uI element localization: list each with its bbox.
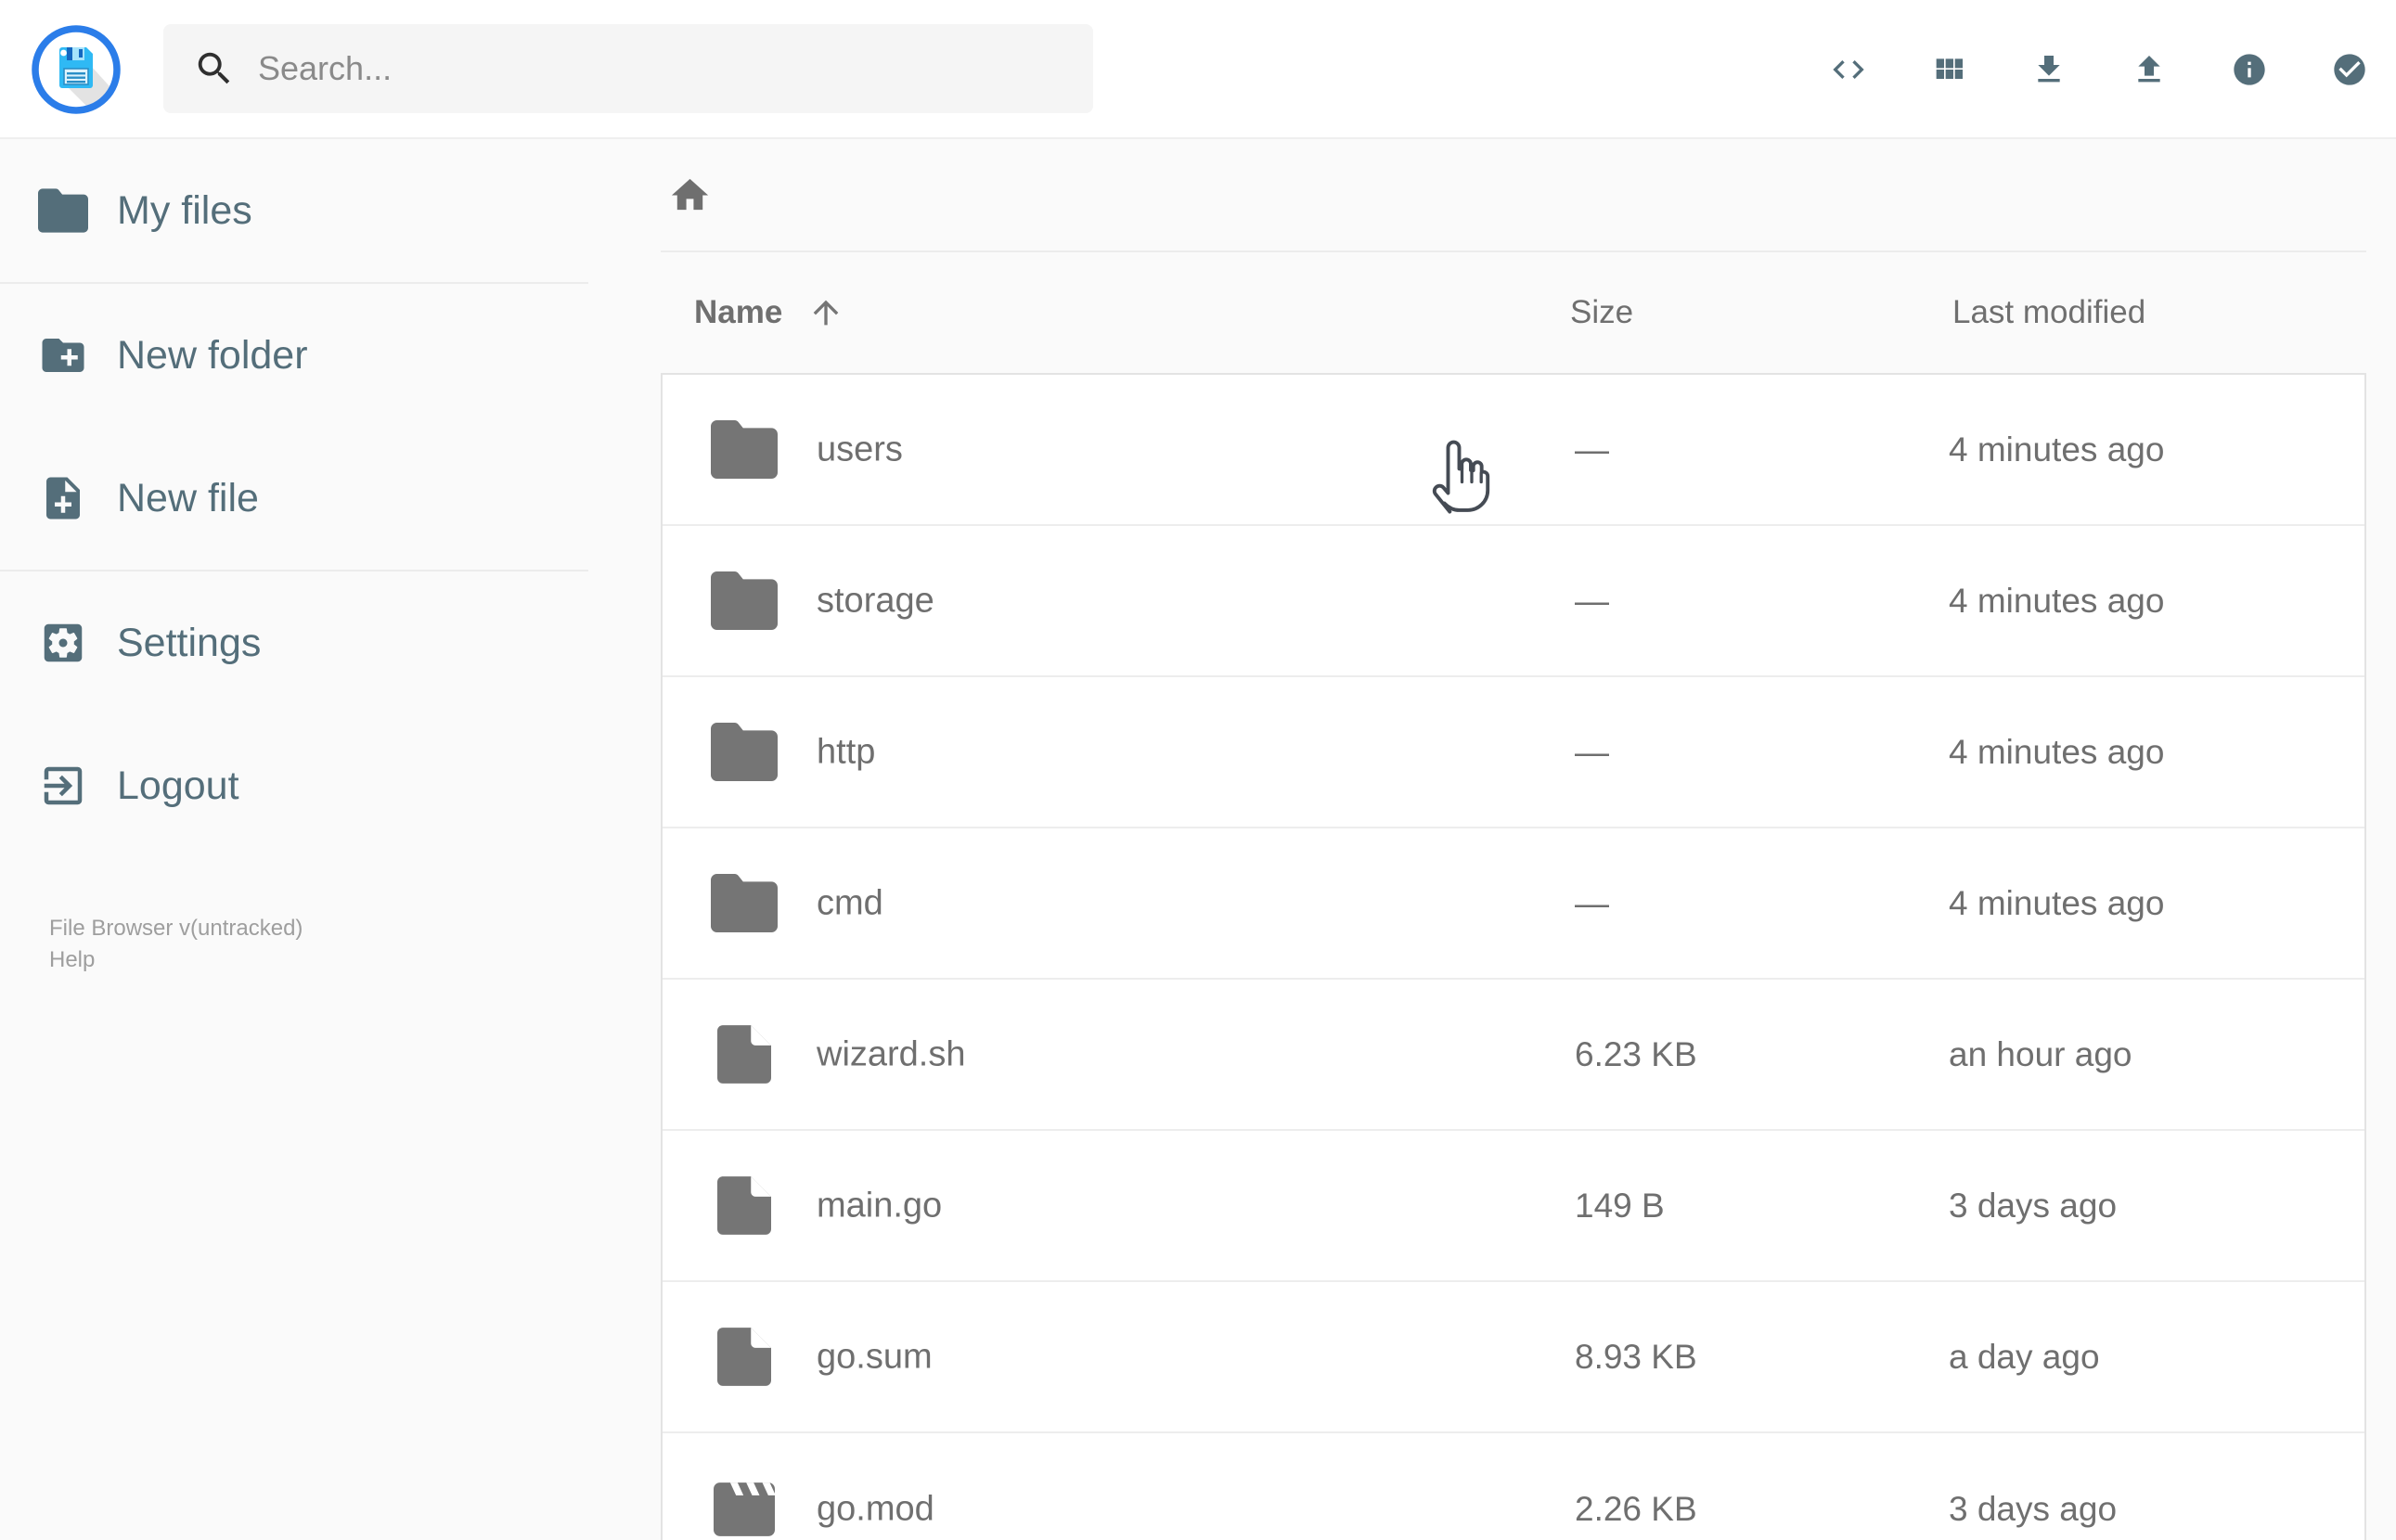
sidebar-item-label: Settings (117, 620, 262, 665)
search-bar[interactable] (163, 24, 1093, 113)
file-size: — (1575, 581, 1609, 620)
version-link[interactable]: File Browser v(untracked) (49, 913, 588, 944)
sidebar-item-label: Logout (117, 763, 239, 808)
file-listing: users — 4 minutes ago storage — 4 minute… (661, 373, 2366, 1540)
file-browser-app: My files New folder New file Settings (0, 0, 2396, 1540)
file-name: storage (817, 581, 934, 620)
home-icon[interactable] (668, 173, 712, 217)
breadcrumb (661, 139, 2366, 252)
file-name: go.mod (817, 1489, 934, 1528)
file-name: go.sum (817, 1337, 933, 1376)
sidebar-item-settings[interactable]: Settings (0, 571, 588, 714)
table-row-storage[interactable]: storage — 4 minutes ago (663, 526, 2364, 677)
file-name: wizard.sh (817, 1034, 966, 1073)
arrow-up-icon[interactable] (807, 294, 844, 331)
file-modified: 4 minutes ago (1949, 430, 2165, 468)
new-folder-icon (42, 339, 84, 372)
upload-icon[interactable] (2131, 51, 2168, 88)
file-size: — (1575, 732, 1609, 771)
sidebar-item-new-folder[interactable]: New folder (0, 284, 588, 427)
main-content: Name Size Last modified users — 4 minute… (661, 139, 2366, 1540)
sidebar-item-label: New folder (117, 332, 308, 378)
file-modified: 3 days ago (1949, 1489, 2118, 1528)
sidebar-item-logout[interactable]: Logout (0, 714, 588, 857)
file-modified: an hour ago (1949, 1034, 2132, 1073)
file-name: cmd (817, 883, 883, 922)
file-modified: 4 minutes ago (1949, 883, 2165, 922)
file-size: 2.26 KB (1575, 1489, 1697, 1528)
sidebar-item-label: New file (117, 475, 259, 520)
folder-icon (705, 562, 783, 640)
folder-icon (705, 865, 783, 943)
file-size: 6.23 KB (1575, 1034, 1697, 1073)
download-icon[interactable] (2030, 51, 2068, 88)
top-bar (0, 0, 2396, 139)
folder-icon (38, 188, 88, 233)
file-size: — (1575, 883, 1609, 922)
help-link[interactable]: Help (49, 944, 588, 976)
column-header-name[interactable]: Name (694, 294, 782, 331)
file-size: 8.93 KB (1575, 1337, 1697, 1376)
sidebar-item-my-files[interactable]: My files (0, 139, 588, 282)
code-icon[interactable] (1830, 51, 1867, 88)
sidebar-item-new-file[interactable]: New file (0, 427, 588, 570)
file-modified: a day ago (1949, 1337, 2100, 1376)
file-modified: 3 days ago (1949, 1186, 2118, 1225)
table-row-cmd[interactable]: cmd — 4 minutes ago (663, 828, 2364, 980)
file-icon (705, 1318, 783, 1396)
movie-icon (705, 1470, 783, 1540)
column-header-modified[interactable]: Last modified (1952, 294, 2145, 331)
file-modified: 4 minutes ago (1949, 732, 2165, 771)
toolbar-actions (1830, 0, 2368, 139)
file-icon (705, 1016, 783, 1094)
sidebar-footer: File Browser v(untracked) Help (0, 857, 588, 976)
file-name: users (817, 430, 903, 468)
file-modified: 4 minutes ago (1949, 581, 2165, 620)
settings-icon (44, 623, 83, 662)
file-size: 149 B (1575, 1186, 1665, 1225)
table-row-http[interactable]: http — 4 minutes ago (663, 677, 2364, 828)
file-name: http (817, 732, 876, 771)
sidebar-item-label: My files (117, 187, 252, 233)
folder-icon (705, 713, 783, 791)
search-input[interactable] (258, 49, 1000, 88)
sidebar: My files New folder New file Settings Lo… (0, 139, 588, 976)
select-multiple-icon[interactable] (2331, 51, 2368, 88)
new-file-icon (46, 477, 80, 520)
file-name: main.go (817, 1186, 943, 1225)
file-size: — (1575, 430, 1609, 468)
table-row-go-mod[interactable]: go.mod 2.26 KB 3 days ago (663, 1433, 2364, 1540)
table-row-main-go[interactable]: main.go 149 B 3 days ago (663, 1131, 2364, 1282)
file-browser-logo[interactable] (32, 25, 121, 114)
table-row-users[interactable]: users — 4 minutes ago (663, 375, 2364, 526)
table-row-go-sum[interactable]: go.sum 8.93 KB a day ago (663, 1282, 2364, 1433)
logout-icon (44, 766, 83, 805)
grid-view-icon[interactable] (1930, 51, 1967, 88)
search-icon (198, 52, 230, 84)
column-header-size[interactable]: Size (1570, 294, 1633, 331)
table-row-wizard-sh[interactable]: wizard.sh 6.23 KB an hour ago (663, 980, 2364, 1131)
folder-icon (705, 411, 783, 489)
info-icon[interactable] (2231, 51, 2268, 88)
listing-header: Name Size Last modified (661, 252, 2366, 373)
file-icon (705, 1167, 783, 1245)
